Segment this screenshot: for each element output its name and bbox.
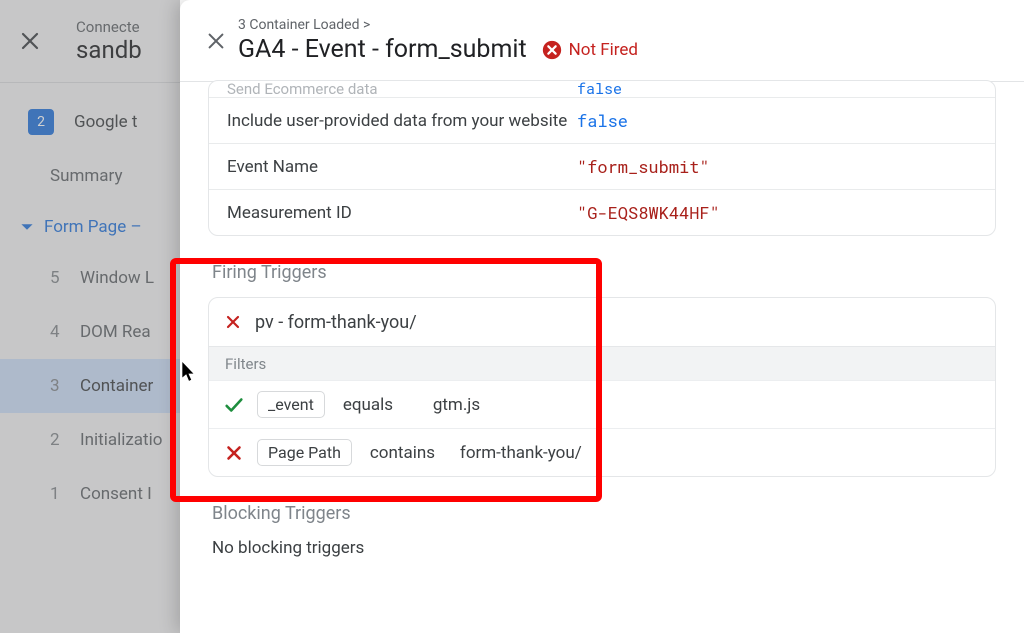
param-row: Include user-provided data from your web… — [209, 97, 995, 143]
close-icon[interactable] — [194, 30, 238, 52]
trigger-header: pv - form-thank-you/ — [209, 298, 995, 346]
sidebar-event-row[interactable]: 2Initializatio — [0, 413, 180, 467]
sidebar-item-summary[interactable]: Summary — [0, 149, 180, 203]
event-number: 5 — [50, 268, 80, 288]
error-circle-icon — [541, 39, 563, 61]
caret-down-icon — [20, 220, 34, 234]
sidebar-event-row[interactable]: 1Consent I — [0, 467, 180, 521]
count-badge: 2 — [28, 109, 54, 135]
param-value: "G-EQS8WK44HF" — [577, 201, 977, 224]
event-label: Initializatio — [80, 430, 162, 450]
event-number: 2 — [50, 430, 80, 450]
status-text: Not Fired — [569, 40, 638, 60]
preview-sidebar: Connecte sandb 2 Google t Summary Form P… — [0, 0, 180, 633]
x-icon — [223, 442, 245, 464]
filter-row: _event equalsgtm.js — [209, 380, 995, 428]
workspace-title: sandb — [76, 36, 142, 64]
back-header: Connecte sandb — [0, 0, 180, 83]
page-title: GA4 - Event - form_submit — [238, 35, 527, 64]
panel-body: Send Ecommerce datafalseInclude user-pro… — [180, 80, 1024, 578]
sidebar-item-label: Summary — [50, 166, 122, 186]
event-label: Container — [80, 376, 153, 396]
event-number: 4 — [50, 322, 80, 342]
workspace-subtitle: Connecte — [76, 18, 142, 36]
sidebar-event-row[interactable]: 4DOM Rea — [0, 305, 180, 359]
section-blocking-triggers: Blocking Triggers — [212, 503, 996, 524]
param-label: Measurement ID — [227, 203, 577, 223]
status-badge: Not Fired — [541, 39, 638, 61]
param-value: "form_submit" — [577, 155, 977, 178]
back-nav: 2 Google t Summary Form Page – 5Window L… — [0, 83, 180, 521]
close-icon[interactable] — [18, 29, 76, 53]
tag-params-table: Send Ecommerce datafalseInclude user-pro… — [208, 80, 996, 236]
trigger-card[interactable]: pv - form-thank-you/ Filters _event equal… — [208, 297, 996, 477]
check-icon — [223, 394, 245, 416]
filter-row: Page Path containsform-thank-you/ — [209, 428, 995, 476]
filter-variable: _event — [257, 391, 325, 418]
filters-label: Filters — [209, 346, 995, 380]
param-label: Include user-provided data from your web… — [227, 111, 577, 131]
filter-operator: equals — [343, 395, 433, 415]
panel-header: 3 Container Loaded > GA4 - Event - form_… — [180, 0, 1024, 82]
tag-detail-panel: 3 Container Loaded > GA4 - Event - form_… — [180, 0, 1024, 633]
param-row: Send Ecommerce datafalse — [209, 81, 995, 97]
param-value: false — [577, 109, 977, 132]
event-label: Window L — [80, 268, 154, 288]
sidebar-item-label: Google t — [74, 112, 137, 132]
param-label: Event Name — [227, 157, 577, 177]
event-number: 3 — [50, 376, 80, 396]
param-row: Event Name"form_submit" — [209, 143, 995, 189]
sidebar-event-row[interactable]: 5Window L — [0, 251, 180, 305]
sidebar-group-label: Form Page – — [44, 217, 142, 237]
filter-value: form-thank-you/ — [460, 443, 582, 463]
section-firing-triggers: Firing Triggers — [212, 262, 996, 283]
param-label: Send Ecommerce data — [227, 80, 577, 98]
filter-value: gtm.js — [433, 395, 480, 415]
filter-operator: contains — [370, 443, 460, 463]
filter-variable: Page Path — [257, 439, 352, 466]
blocking-triggers-text: No blocking triggers — [212, 538, 996, 558]
param-row: Measurement ID"G-EQS8WK44HF" — [209, 189, 995, 235]
x-icon — [223, 312, 243, 332]
sidebar-item-workspace[interactable]: 2 Google t — [0, 95, 180, 149]
event-label: DOM Rea — [80, 322, 151, 342]
event-label: Consent I — [80, 484, 152, 504]
cursor-icon — [182, 362, 196, 382]
event-number: 1 — [50, 484, 80, 504]
param-value: false — [577, 80, 977, 99]
breadcrumb[interactable]: 3 Container Loaded > — [238, 17, 638, 33]
sidebar-event-row[interactable]: 3Container — [0, 359, 180, 413]
trigger-name: pv - form-thank-you/ — [255, 312, 417, 333]
sidebar-group-header[interactable]: Form Page – — [0, 203, 180, 251]
